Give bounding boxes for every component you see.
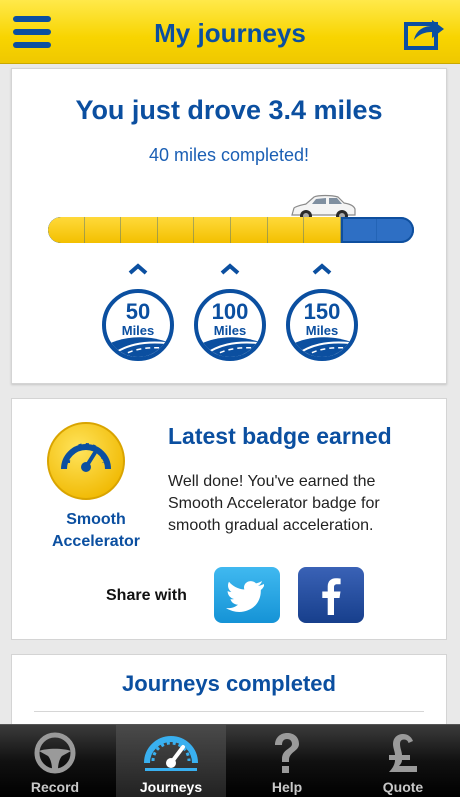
tab-label: Help <box>271 779 303 795</box>
tab-quote[interactable]: Quote <box>348 725 458 797</box>
milestone-150: 150 Miles <box>284 263 360 361</box>
tab-record[interactable]: Record <box>0 725 110 797</box>
share-with-label: Share with <box>106 587 187 604</box>
milestone-badge: 150 Miles <box>286 289 358 361</box>
twitter-share-button[interactable] <box>214 567 280 623</box>
milestone-number: 150 <box>303 299 341 324</box>
tab-journeys[interactable]: Journeys <box>116 725 226 797</box>
road-icon <box>106 337 170 357</box>
miles-completed-text: 40 miles completed! <box>148 145 310 165</box>
milestone-100: 100 Miles <box>192 263 268 361</box>
trip-headline: You just drove 3.4 miles <box>75 95 383 125</box>
road-icon <box>290 337 354 357</box>
latest-badge-card: Smooth Accelerator Latest badge earned W… <box>11 398 447 640</box>
tab-help[interactable]: Help <box>232 725 342 797</box>
tab-bar: Record Journeys Help Quote <box>0 724 460 797</box>
badge-name: Smooth Accelerator <box>51 511 141 550</box>
badge-section-title: Latest badge earned <box>168 423 392 449</box>
journeys-completed-title: Journeys completed <box>122 671 336 696</box>
chevron-up-icon <box>128 263 148 275</box>
chevron-up-icon <box>312 263 332 275</box>
page-title: My journeys <box>154 18 306 48</box>
badge-description: Well done! You've earned the Smooth Acce… <box>168 473 380 534</box>
tab-label: Record <box>30 779 80 795</box>
milestone-badge: 50 Miles <box>102 289 174 361</box>
facebook-icon <box>322 578 341 615</box>
speedometer-badge-icon <box>47 422 125 500</box>
milestone-50: 50 Miles <box>100 263 176 361</box>
app-header: My journeys <box>0 0 460 64</box>
speedometer-icon <box>144 736 198 771</box>
twitter-icon <box>226 581 264 612</box>
chevron-up-icon <box>220 263 240 275</box>
facebook-share-button[interactable] <box>298 567 364 623</box>
milestone-number: 50 <box>125 299 151 324</box>
share-icon[interactable] <box>404 14 446 50</box>
steering-wheel-icon <box>34 732 76 774</box>
progress-bar <box>48 217 414 243</box>
road-icon <box>198 337 262 357</box>
pound-icon <box>389 734 417 772</box>
tab-label: Journeys <box>139 779 203 795</box>
milestone-number: 100 <box>211 299 249 324</box>
tab-label: Quote <box>382 779 424 795</box>
trip-summary-card: You just drove 3.4 miles 40 miles comple… <box>11 68 447 384</box>
divider <box>34 711 424 712</box>
question-icon <box>275 733 299 773</box>
milestone-badge: 100 Miles <box>194 289 266 361</box>
